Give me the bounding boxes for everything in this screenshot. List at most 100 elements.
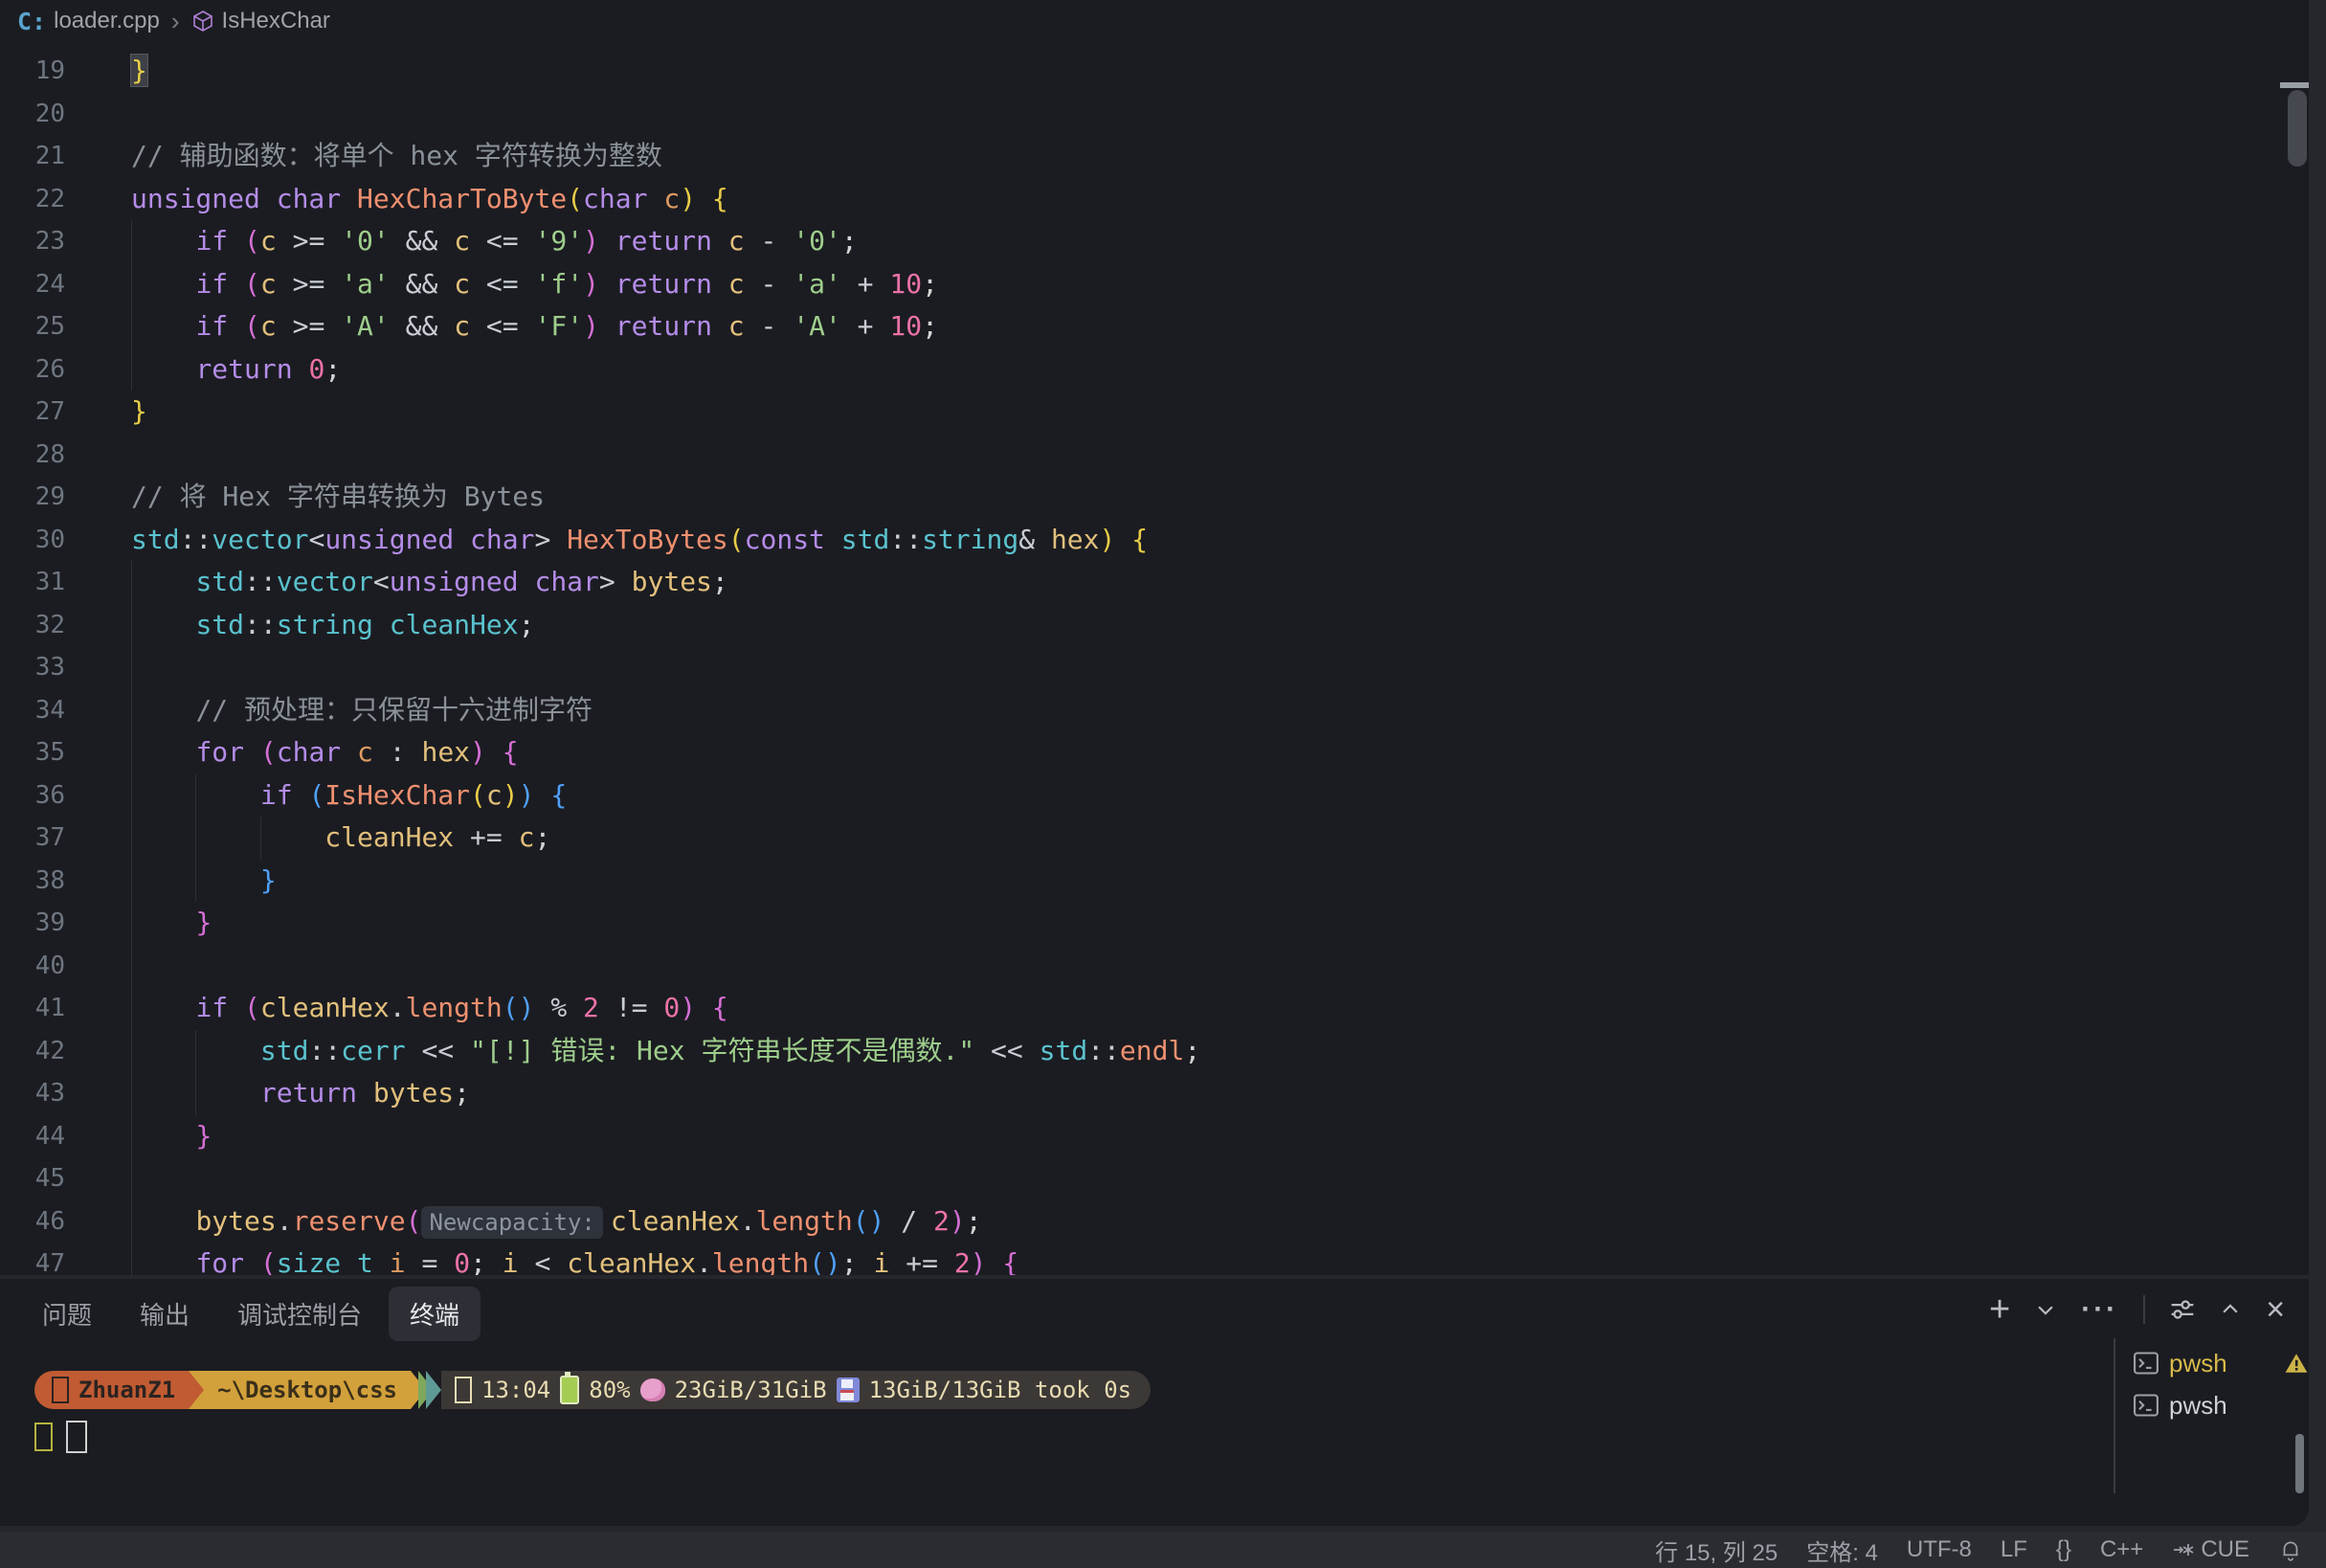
line-number: 41 — [0, 987, 65, 1030]
line-number: 42 — [0, 1030, 65, 1073]
terminal-instance-1[interactable]: pwsh — [2133, 1342, 2309, 1384]
code-line-36: 36 if (IsHexChar(c)) { — [0, 774, 2278, 818]
code-line-19: 19} — [0, 50, 2278, 93]
warning-icon — [2284, 1351, 2309, 1376]
line-number: 34 — [0, 689, 65, 732]
status-line-col[interactable]: 行 15, 列 25 — [1655, 1534, 1778, 1567]
prompt-user: ZhuanZ1 — [78, 1377, 175, 1403]
line-number: 38 — [0, 860, 65, 903]
line-number: 26 — [0, 348, 65, 392]
overview-cursor-marker — [2280, 82, 2309, 88]
line-number: 45 — [0, 1157, 65, 1200]
code-line-47: 47 for (size_t i = 0; i < cleanHex.lengt… — [0, 1243, 2278, 1275]
code-line-22: 22unsigned char HexCharToByte(char c) { — [0, 178, 2278, 221]
line-number: 31 — [0, 561, 65, 604]
code-line-29: 29// 将 Hex 字符串转换为 Bytes — [0, 476, 2278, 519]
notifications-bell-icon[interactable] — [2278, 1537, 2303, 1562]
line-number: 19 — [0, 50, 65, 93]
more-actions-button[interactable]: ··· — [2081, 1295, 2118, 1324]
code-line-42: 42 std::cerr << "[!] 错误: Hex 字符串长度不是偶数."… — [0, 1030, 2278, 1073]
terminal-scrollbar[interactable] — [2295, 1434, 2304, 1493]
line-number: 39 — [0, 902, 65, 945]
cpp-file-icon: C: — [17, 8, 46, 35]
cue-icon — [2172, 1538, 2195, 1561]
status-eol[interactable]: LF — [2001, 1536, 2027, 1563]
code-line-33: 33 — [0, 646, 2278, 689]
terminal-icon — [2133, 1392, 2159, 1419]
code-line-28: 28 — [0, 434, 2278, 477]
panel-tab-output[interactable]: 输出 — [119, 1287, 211, 1341]
prompt-path-segment: ~\Desktop\css — [204, 1371, 411, 1409]
line-number: 28 — [0, 434, 65, 477]
breadcrumb: C: loader.cpp › IsHexChar — [0, 0, 330, 42]
code-line-20: 20 — [0, 93, 2278, 136]
battery-icon — [560, 1376, 579, 1404]
line-number: 33 — [0, 646, 65, 689]
line-number: 36 — [0, 774, 65, 818]
line-number: 21 — [0, 135, 65, 178]
code-line-41: 41 if (cleanHex.length() % 2 != 0) { — [0, 987, 2278, 1030]
vscode-window: C: loader.cpp › IsHexChar 19}2021// 辅助函数… — [0, 0, 2326, 1568]
status-indent[interactable]: 空格: 4 — [1806, 1534, 1878, 1567]
panel-tab-terminal[interactable]: 终端 — [389, 1287, 481, 1341]
terminal-list-separator — [2114, 1338, 2115, 1493]
terminal-cursor — [66, 1421, 87, 1453]
code-line-34: 34 // 预处理：只保留十六进制字符 — [0, 689, 2278, 732]
prompt-time: 13:04 — [481, 1377, 550, 1403]
status-braces[interactable]: {} — [2056, 1536, 2071, 1563]
code-line-30: 30std::vector<unsigned char> HexToBytes(… — [0, 519, 2278, 562]
code-line-39: 39 } — [0, 902, 2278, 945]
new-terminal-button[interactable]: + — [1989, 1295, 2010, 1324]
editor[interactable]: C: loader.cpp › IsHexChar 19}2021// 辅助函数… — [0, 0, 2309, 1275]
breadcrumb-file-label: loader.cpp — [54, 8, 160, 34]
line-number: 35 — [0, 731, 65, 774]
code-line-46: 46 bytes.reserve(Newcapacity:cleanHex.le… — [0, 1200, 2278, 1243]
code-line-27: 27} — [0, 391, 2278, 434]
code-line-31: 31 std::vector<unsigned char> bytes; — [0, 561, 2278, 604]
panel-tab-debug-console[interactable]: 调试控制台 — [216, 1287, 383, 1341]
breadcrumb-symbol[interactable]: IsHexChar — [191, 8, 330, 34]
floppy-disk-icon — [837, 1378, 860, 1402]
terminal-instance-2[interactable]: pwsh — [2133, 1384, 2309, 1426]
panel-tab-problems[interactable]: 问题 — [21, 1287, 113, 1341]
prompt-battery: 80% — [589, 1377, 630, 1403]
editor-scrollbar[interactable] — [2288, 90, 2307, 167]
line-number: 27 — [0, 391, 65, 434]
breadcrumb-symbol-label: IsHexChar — [222, 8, 330, 34]
os-glyph-icon — [52, 1377, 69, 1403]
status-encoding[interactable]: UTF-8 — [1907, 1536, 1972, 1563]
status-bar: 行 15, 列 25 空格: 4 UTF-8 LF {} C++ CUE — [0, 1532, 2326, 1568]
prompt-memory: 23GiB/31GiB — [675, 1377, 827, 1403]
close-panel-button[interactable]: × — [2266, 1295, 2285, 1324]
terminal-profile-dropdown[interactable] — [2035, 1299, 2056, 1320]
line-number: 22 — [0, 178, 65, 221]
maximize-panel-button[interactable] — [2220, 1299, 2241, 1320]
brain-icon — [640, 1378, 665, 1401]
line-number: 44 — [0, 1115, 65, 1158]
clock-glyph-icon — [455, 1377, 472, 1403]
powerline-arrow — [189, 1371, 204, 1409]
terminal-icon — [2133, 1350, 2159, 1377]
line-number: 47 — [0, 1243, 65, 1275]
line-number: 32 — [0, 604, 65, 647]
code-line-44: 44 } — [0, 1115, 2278, 1158]
line-number: 23 — [0, 220, 65, 263]
code-line-45: 45 — [0, 1157, 2278, 1200]
code-line-23: 23 if (c >= '0' && c <= '9') return c - … — [0, 220, 2278, 263]
terminal-input-line[interactable] — [34, 1421, 87, 1453]
status-cue[interactable]: CUE — [2172, 1536, 2249, 1563]
breadcrumb-file[interactable]: C: loader.cpp — [17, 8, 160, 35]
code-line-37: 37 cleanHex += c; — [0, 817, 2278, 860]
line-number: 24 — [0, 263, 65, 306]
chevron-right-icon: › — [171, 7, 180, 36]
launch-profile-icon[interactable] — [2170, 1297, 2195, 1322]
terminal-instance-label: pwsh — [2169, 1391, 2227, 1421]
bottom-panel: 问题输出调试控制台终端 + ··· × pwsh pwsh — [0, 1279, 2309, 1526]
line-number: 46 — [0, 1200, 65, 1243]
status-language[interactable]: C++ — [2100, 1536, 2143, 1563]
code-line-24: 24 if (c >= 'a' && c <= 'f') return c - … — [0, 263, 2278, 306]
symbol-cube-icon — [191, 10, 214, 33]
toolbar-separator — [2143, 1295, 2145, 1324]
prompt-info-segment: 13:04 80% 23GiB/31GiB 13GiB/13GiB took 0… — [441, 1371, 1151, 1409]
terminal-instance-label: pwsh — [2169, 1349, 2227, 1378]
